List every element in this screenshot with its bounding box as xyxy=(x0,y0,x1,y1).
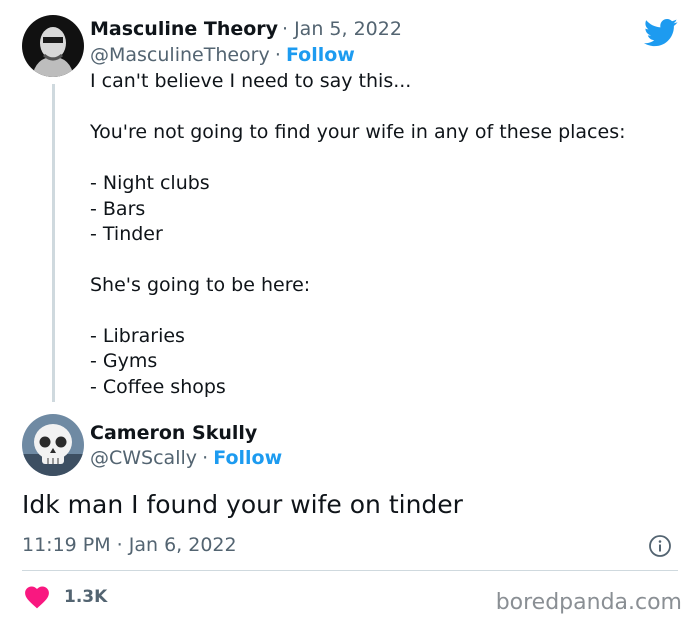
follow-button[interactable]: Follow xyxy=(213,447,282,469)
info-icon[interactable] xyxy=(648,534,672,558)
cameron-skully-avatar[interactable] xyxy=(22,414,84,476)
reply-text: Idk man I found your wife on tinder xyxy=(22,490,463,519)
like-count[interactable]: 1.3K xyxy=(64,587,107,607)
tweet-line-1: I can't believe I need to say this... xyxy=(90,70,412,92)
tweet-line-5: - Night clubs xyxy=(90,172,210,194)
tweet-line-9: She's going to be here: xyxy=(90,274,311,296)
reply-handle[interactable]: @CWScally xyxy=(90,447,197,469)
skull-icon xyxy=(22,414,84,476)
thread-connector xyxy=(52,84,55,402)
divider xyxy=(22,570,678,571)
tweet-line-12: - Gyms xyxy=(90,350,158,372)
tweet-line-3: You're not going to find your wife in an… xyxy=(90,121,626,143)
separator-dot: · xyxy=(202,447,209,469)
tweet-author-name[interactable]: Masculine Theory xyxy=(90,18,278,40)
reply-timestamp[interactable]: 11:19 PM · Jan 6, 2022 xyxy=(22,534,237,556)
follow-button[interactable]: Follow xyxy=(286,44,355,66)
reply-author-name[interactable]: Cameron Skully xyxy=(90,422,257,444)
reply-handle-row: @CWScally · Follow xyxy=(90,447,282,469)
tweet-line-7: - Tinder xyxy=(90,223,163,245)
like-button[interactable] xyxy=(24,585,50,609)
tweet-line-6: - Bars xyxy=(90,198,146,220)
separator-dot: · xyxy=(274,44,281,66)
heart-icon xyxy=(25,586,49,609)
tweet-handle-row: @MasculineTheory · Follow xyxy=(90,44,355,66)
tweet-date[interactable]: · Jan 5, 2022 xyxy=(282,18,402,40)
masculine-theory-avatar[interactable] xyxy=(22,15,84,77)
twitter-bird-icon[interactable] xyxy=(644,18,678,48)
avatar-image xyxy=(22,15,84,77)
tweet-handle[interactable]: @MasculineTheory xyxy=(90,44,270,66)
tweet-line-13: - Coffee shops xyxy=(90,376,226,398)
tweet-line-11: - Libraries xyxy=(90,325,185,347)
watermark: boredpanda.com xyxy=(495,590,682,615)
